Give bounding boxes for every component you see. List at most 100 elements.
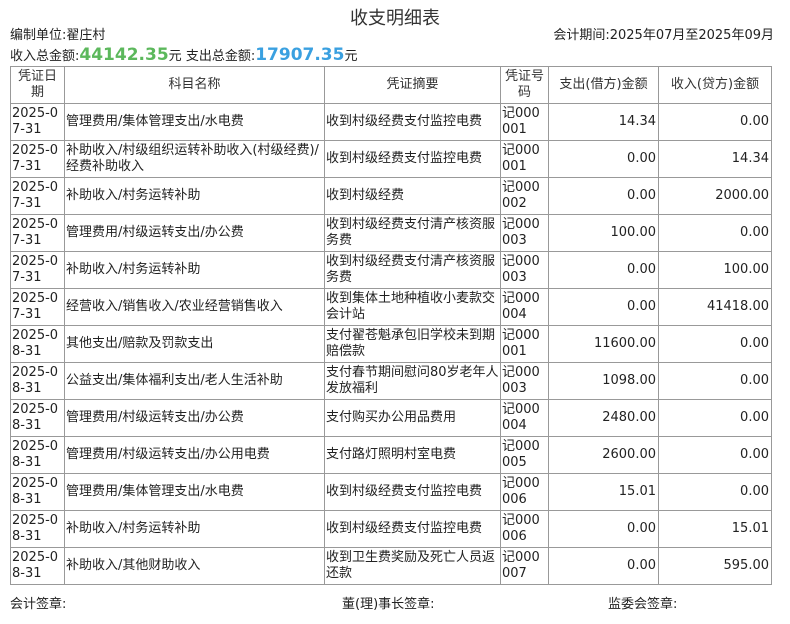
table-row: 2025-07-31 补助收入/村务运转补助 收到村级经费支付清产核资服务费 记000… bbox=[10, 251, 772, 289]
ledger-body: 2025-07-31 管理费用/集体管理支出/水电费 收到村级经费支付监控电费 记00… bbox=[10, 103, 772, 585]
cell-date: 2025-08-31 bbox=[10, 325, 65, 363]
cell-voucher: 记000006 bbox=[500, 473, 549, 511]
cell-voucher: 记000002 bbox=[500, 177, 549, 215]
cell-date: 2025-08-31 bbox=[10, 473, 65, 511]
cell-voucher: 记000006 bbox=[500, 510, 549, 548]
cell-summary: 支付路灯照明村室电费 bbox=[324, 436, 501, 474]
cell-summary: 收到集体土地种植收小麦款交会计站 bbox=[324, 288, 501, 326]
cell-subject: 补助收入/村级组织运转补助收入(村级经费)/经费补助收入 bbox=[64, 140, 325, 178]
signature-footer: 会计签章: 董(理)事长签章: 监委会签章: bbox=[10, 597, 774, 613]
cell-voucher: 记000001 bbox=[500, 325, 549, 363]
accountant-signature-label: 会计签章: bbox=[10, 597, 67, 612]
income-total-suffix: 元 bbox=[168, 49, 182, 64]
cell-debit: 0.00 bbox=[548, 547, 659, 585]
cell-credit: 0.00 bbox=[658, 399, 772, 437]
cell-subject: 补助收入/村务运转补助 bbox=[64, 177, 325, 215]
cell-subject: 补助收入/其他财助收入 bbox=[64, 547, 325, 585]
income-total-value: 44142.35 bbox=[79, 45, 169, 65]
period-label: 会计期间:2025年07月至2025年09月 bbox=[553, 28, 774, 43]
col-header-credit: 收入(贷方)金额 bbox=[658, 66, 772, 104]
cell-subject: 管理费用/集体管理支出/水电费 bbox=[64, 473, 325, 511]
cell-credit: 0.00 bbox=[658, 325, 772, 363]
cell-debit: 100.00 bbox=[548, 214, 659, 252]
expense-total-value: 17907.35 bbox=[255, 45, 345, 65]
cell-summary: 收到村级经费支付监控电费 bbox=[324, 140, 501, 178]
cell-summary: 支付购买办公用品费用 bbox=[324, 399, 501, 437]
cell-credit: 595.00 bbox=[658, 547, 772, 585]
cell-date: 2025-08-31 bbox=[10, 399, 65, 437]
col-header-subject: 科目名称 bbox=[64, 66, 325, 104]
director-signature-label: 董(理)事长签章: bbox=[342, 597, 435, 612]
income-total-label: 收入总金额: bbox=[10, 49, 80, 64]
cell-summary: 收到村级经费支付清产核资服务费 bbox=[324, 251, 501, 289]
expense-total-suffix: 元 bbox=[344, 49, 358, 64]
cell-debit: 2480.00 bbox=[548, 399, 659, 437]
cell-debit: 11600.00 bbox=[548, 325, 659, 363]
cell-credit: 41418.00 bbox=[658, 288, 772, 326]
col-header-debit: 支出(借方)金额 bbox=[548, 66, 659, 104]
cell-voucher: 记000003 bbox=[500, 362, 549, 400]
cell-credit: 0.00 bbox=[658, 473, 772, 511]
cell-debit: 2600.00 bbox=[548, 436, 659, 474]
page-title: 收支明细表 bbox=[350, 8, 440, 29]
table-row: 2025-07-31 补助收入/村级组织运转补助收入(村级经费)/经费补助收入 收到… bbox=[10, 140, 772, 178]
table-row: 2025-07-31 管理费用/集体管理支出/水电费 收到村级经费支付监控电费 记00… bbox=[10, 103, 772, 141]
cell-voucher: 记000005 bbox=[500, 436, 549, 474]
cell-date: 2025-08-31 bbox=[10, 547, 65, 585]
cell-date: 2025-07-31 bbox=[10, 177, 65, 215]
cell-summary: 收到卫生费奖励及死亡人员返还款 bbox=[324, 547, 501, 585]
table-row: 2025-07-31 补助收入/村务运转补助 收到村级经费 记000002 0.00 20… bbox=[10, 177, 772, 215]
totals-summary: 收入总金额:44142.35元 支出总金额:17907.35元 bbox=[10, 44, 357, 66]
cell-summary: 收到村级经费支付监控电费 bbox=[324, 510, 501, 548]
cell-credit: 0.00 bbox=[658, 103, 772, 141]
cell-summary: 支付春节期间慰问80岁老年人发放福利 bbox=[324, 362, 501, 400]
cell-debit: 0.00 bbox=[548, 251, 659, 289]
cell-credit: 15.01 bbox=[658, 510, 772, 548]
col-header-summary: 凭证摘要 bbox=[324, 66, 501, 104]
cell-date: 2025-07-31 bbox=[10, 288, 65, 326]
cell-debit: 0.00 bbox=[548, 510, 659, 548]
cell-debit: 15.01 bbox=[548, 473, 659, 511]
cell-summary: 收到村级经费支付监控电费 bbox=[324, 473, 501, 511]
cell-credit: 100.00 bbox=[658, 251, 772, 289]
cell-credit: 0.00 bbox=[658, 214, 772, 252]
cell-summary: 收到村级经费支付清产核资服务费 bbox=[324, 214, 501, 252]
cell-debit: 0.00 bbox=[548, 140, 659, 178]
cell-subject: 经营收入/销售收入/农业经营销售收入 bbox=[64, 288, 325, 326]
cell-date: 2025-08-31 bbox=[10, 510, 65, 548]
table-row: 2025-08-31 管理费用/村级运转支出/办公用电费 支付路灯照明村室电费 记00… bbox=[10, 436, 772, 474]
expense-total-label: 支出总金额: bbox=[185, 49, 256, 64]
cell-debit: 0.00 bbox=[548, 177, 659, 215]
cell-subject: 管理费用/村级运转支出/办公用电费 bbox=[64, 436, 325, 474]
cell-voucher: 记000004 bbox=[500, 399, 549, 437]
cell-date: 2025-07-31 bbox=[10, 251, 65, 289]
cell-subject: 公益支出/集体福利支出/老人生活补助 bbox=[64, 362, 325, 400]
cell-date: 2025-07-31 bbox=[10, 103, 65, 141]
cell-subject: 管理费用/村级运转支出/办公费 bbox=[64, 214, 325, 252]
cell-date: 2025-07-31 bbox=[10, 140, 65, 178]
cell-debit: 0.00 bbox=[548, 288, 659, 326]
table-row: 2025-07-31 管理费用/村级运转支出/办公费 收到村级经费支付清产核资服务费… bbox=[10, 214, 772, 252]
cell-subject: 其他支出/赔款及罚款支出 bbox=[64, 325, 325, 363]
table-row: 2025-08-31 管理费用/村级运转支出/办公费 支付购买办公用品费用 记0000… bbox=[10, 399, 772, 437]
cell-credit: 0.00 bbox=[658, 436, 772, 474]
cell-voucher: 记000001 bbox=[500, 103, 549, 141]
cell-voucher: 记000001 bbox=[500, 140, 549, 178]
cell-summary: 收到村级经费支付监控电费 bbox=[324, 103, 501, 141]
cell-credit: 14.34 bbox=[658, 140, 772, 178]
report-meta: 编制单位:翟庄村 会计期间:2025年07月至2025年09月 bbox=[10, 28, 774, 44]
cell-credit: 0.00 bbox=[658, 362, 772, 400]
unit-label: 编制单位:翟庄村 bbox=[10, 28, 106, 43]
cell-date: 2025-08-31 bbox=[10, 436, 65, 474]
cell-voucher: 记000003 bbox=[500, 251, 549, 289]
table-row: 2025-08-31 补助收入/村务运转补助 收到村级经费支付监控电费 记000006… bbox=[10, 510, 772, 548]
cell-voucher: 记000004 bbox=[500, 288, 549, 326]
cell-date: 2025-07-31 bbox=[10, 214, 65, 252]
cell-summary: 支付翟苍魁承包旧学校未到期赔偿款 bbox=[324, 325, 501, 363]
cell-summary: 收到村级经费 bbox=[324, 177, 501, 215]
cell-subject: 补助收入/村务运转补助 bbox=[64, 510, 325, 548]
table-row: 2025-08-31 公益支出/集体福利支出/老人生活补助 支付春节期间慰问80岁老… bbox=[10, 362, 772, 400]
table-header-row: 凭证日期 科目名称 凭证摘要 凭证号码 支出(借方)金额 收入(贷方)金额 bbox=[10, 66, 772, 104]
cell-voucher: 记000007 bbox=[500, 547, 549, 585]
cell-voucher: 记000003 bbox=[500, 214, 549, 252]
